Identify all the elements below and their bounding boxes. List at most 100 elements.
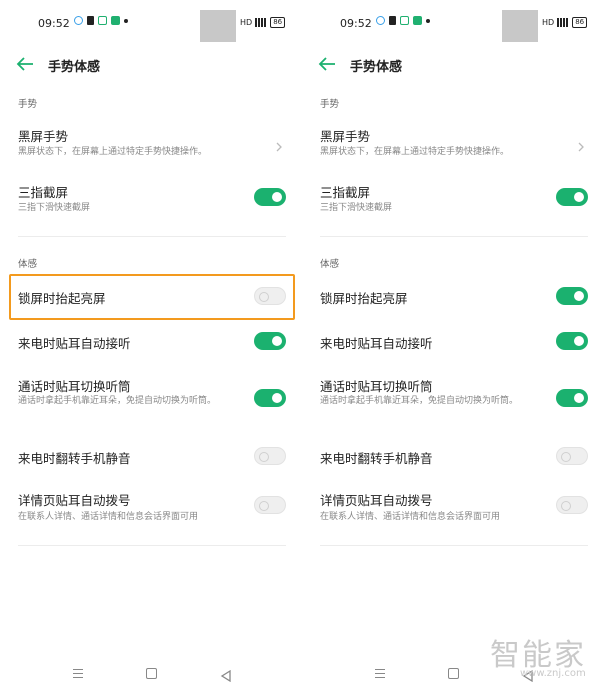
divider bbox=[18, 236, 286, 237]
chevron-right-icon bbox=[274, 137, 284, 152]
row-subtitle: 在联系人详情、通话详情和信息会话界面可用 bbox=[320, 512, 501, 522]
home-icon[interactable] bbox=[146, 668, 157, 679]
toggle-knob bbox=[574, 336, 584, 346]
row-title: 通话时贴耳切换听筒 bbox=[320, 379, 433, 394]
row-title: 锁屏时抬起亮屏 bbox=[320, 291, 408, 306]
row-screen-off-gesture[interactable]: 黑屏手势 黑屏状态下，在屏幕上通过特定手势快捷操作。 bbox=[302, 124, 600, 164]
notification-icons bbox=[74, 16, 128, 25]
divider bbox=[320, 236, 588, 237]
toggle-switch[interactable] bbox=[556, 447, 588, 465]
divider bbox=[320, 545, 588, 546]
toggle-knob bbox=[574, 393, 584, 403]
toggle-knob bbox=[272, 192, 282, 202]
status-bar: 09:52 HD 86 bbox=[302, 10, 600, 42]
hd-label: HD bbox=[542, 18, 555, 27]
toggle-knob bbox=[259, 452, 269, 462]
row-title: 三指截屏 bbox=[320, 185, 371, 200]
status-time: 09:52 bbox=[38, 17, 70, 30]
row-flip-mute: 来电时翻转手机静音 bbox=[302, 446, 600, 470]
wechat-icon bbox=[111, 16, 120, 25]
row-auto-answer: 来电时贴耳自动接听 bbox=[302, 331, 600, 355]
row-screen-off-gesture[interactable]: 黑屏手势 黑屏状态下，在屏幕上通过特定手势快捷操作。 bbox=[0, 124, 300, 164]
row-switch-earpiece: 通话时贴耳切换听筒 通话时拿起手机靠近耳朵，免提自动切换为听筒。 bbox=[302, 374, 600, 424]
header: 手势体感 bbox=[0, 52, 300, 78]
status-time: 09:52 bbox=[340, 17, 372, 30]
highlight-box bbox=[9, 274, 295, 320]
status-right: HD 86 bbox=[240, 17, 286, 28]
row-title: 详情页贴耳自动拨号 bbox=[320, 493, 433, 508]
menu-icon[interactable] bbox=[73, 669, 83, 678]
toggle-knob bbox=[561, 501, 571, 511]
status-bar: 09:52 HD 86 bbox=[0, 10, 300, 42]
row-title: 三指截屏 bbox=[18, 185, 69, 200]
toggle-switch[interactable] bbox=[254, 389, 286, 407]
status-right: HD 86 bbox=[542, 17, 588, 28]
toggle-switch[interactable] bbox=[556, 389, 588, 407]
row-three-finger-screenshot: 三指截屏 三指下滑快速截屏 bbox=[0, 180, 300, 216]
toggle-switch[interactable] bbox=[556, 188, 588, 206]
toggle-knob bbox=[259, 501, 269, 511]
menu-icon[interactable] bbox=[375, 669, 385, 678]
row-three-finger-screenshot: 三指截屏 三指下滑快速截屏 bbox=[302, 180, 600, 216]
cloud-icon bbox=[74, 16, 83, 25]
screenshot-right: 09:52 HD 86 手势体感 手势 黑屏手势 黑屏状态下，在屏幕上通过特定手… bbox=[302, 0, 600, 693]
section-label-motion: 体感 bbox=[320, 259, 340, 270]
page-title: 手势体感 bbox=[48, 60, 101, 75]
row-auto-dial: 详情页贴耳自动拨号 在联系人详情、通话详情和信息会话界面可用 bbox=[0, 488, 300, 528]
more-dot-icon bbox=[124, 18, 128, 23]
toggle-switch[interactable] bbox=[556, 287, 588, 305]
back-triangle-icon[interactable] bbox=[220, 667, 232, 683]
back-arrow-icon[interactable] bbox=[318, 56, 336, 72]
watermark-url: www.znj.com bbox=[520, 668, 586, 679]
app-icon bbox=[98, 16, 107, 25]
toggle-switch[interactable] bbox=[254, 332, 286, 350]
tiktok-icon bbox=[87, 16, 94, 25]
toggle-knob bbox=[574, 291, 584, 301]
row-title: 详情页贴耳自动拨号 bbox=[18, 493, 131, 508]
section-label-gesture: 手势 bbox=[18, 99, 38, 110]
signal-icon bbox=[255, 18, 268, 27]
app-icon bbox=[400, 16, 409, 25]
row-title: 来电时翻转手机静音 bbox=[320, 451, 433, 466]
row-subtitle: 黑屏状态下，在屏幕上通过特定手势快捷操作。 bbox=[320, 147, 510, 157]
toggle-knob bbox=[574, 192, 584, 202]
header: 手势体感 bbox=[302, 52, 600, 78]
row-auto-dial: 详情页贴耳自动拨号 在联系人详情、通话详情和信息会话界面可用 bbox=[302, 488, 600, 528]
section-label-motion: 体感 bbox=[18, 259, 38, 270]
toggle-switch[interactable] bbox=[556, 332, 588, 350]
more-dot-icon bbox=[426, 18, 430, 23]
back-arrow-icon[interactable] bbox=[16, 56, 34, 72]
screenshot-left: 09:52 HD 86 手势体感 手势 黑屏手势 黑屏状态下，在屏幕上通过特定手… bbox=[0, 0, 300, 693]
battery-icon: 86 bbox=[572, 17, 588, 28]
row-flip-mute: 来电时翻转手机静音 bbox=[0, 446, 300, 470]
row-subtitle: 三指下滑快速截屏 bbox=[18, 203, 91, 213]
page-title: 手势体感 bbox=[350, 60, 403, 75]
row-title: 来电时贴耳自动接听 bbox=[18, 336, 131, 351]
row-switch-earpiece: 通话时贴耳切换听筒 通话时拿起手机靠近耳朵，免提自动切换为听筒。 bbox=[0, 374, 300, 424]
home-icon[interactable] bbox=[448, 668, 459, 679]
cloud-icon bbox=[376, 16, 385, 25]
battery-icon: 86 bbox=[270, 17, 286, 28]
toggle-knob bbox=[561, 452, 571, 462]
divider bbox=[18, 545, 286, 546]
row-title: 来电时翻转手机静音 bbox=[18, 451, 131, 466]
redacted-area bbox=[502, 10, 538, 42]
row-title: 通话时贴耳切换听筒 bbox=[18, 379, 131, 394]
toggle-knob bbox=[272, 336, 282, 346]
row-subtitle: 三指下滑快速截屏 bbox=[320, 203, 393, 213]
signal-icon bbox=[557, 18, 570, 27]
hd-label: HD bbox=[240, 18, 253, 27]
navigation-bar bbox=[0, 664, 300, 684]
toggle-switch[interactable] bbox=[254, 188, 286, 206]
row-subtitle: 黑屏状态下，在屏幕上通过特定手势快捷操作。 bbox=[18, 147, 208, 157]
tiktok-icon bbox=[389, 16, 396, 25]
row-subtitle: 通话时拿起手机靠近耳朵，免提自动切换为听筒。 bbox=[320, 396, 519, 406]
row-title: 黑屏手势 bbox=[18, 129, 69, 144]
redacted-area bbox=[200, 10, 236, 42]
row-raise-to-wake: 锁屏时抬起亮屏 bbox=[302, 286, 600, 310]
toggle-switch[interactable] bbox=[556, 496, 588, 514]
chevron-right-icon bbox=[576, 137, 586, 152]
toggle-switch[interactable] bbox=[254, 447, 286, 465]
row-subtitle: 在联系人详情、通话详情和信息会话界面可用 bbox=[18, 512, 199, 522]
toggle-switch[interactable] bbox=[254, 496, 286, 514]
